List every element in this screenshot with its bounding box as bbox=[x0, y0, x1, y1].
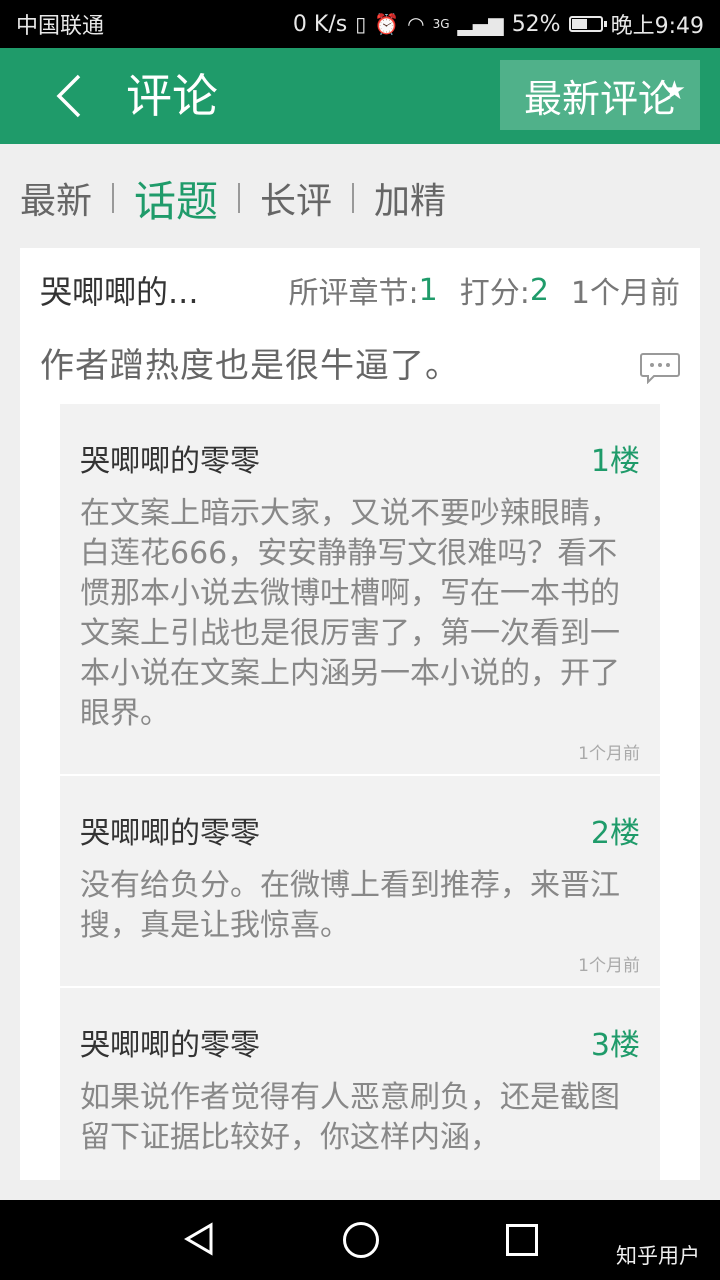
comment-text: 作者蹭热度也是很牛逼了。 bbox=[40, 346, 460, 386]
comment-header: 哭唧唧的... 所评章节: 1 打分: 2 1个月前 bbox=[40, 268, 680, 312]
tab-divider bbox=[238, 183, 241, 213]
chapter-label: 所评章节: bbox=[288, 276, 419, 311]
nav-home-icon[interactable] bbox=[343, 1222, 379, 1258]
reply-time: 1个月前 bbox=[578, 956, 640, 976]
score-value: 2 bbox=[529, 272, 549, 308]
filter-tabs: 最新 话题 长评 加精 bbox=[20, 170, 446, 226]
reply-text: 没有给负分。在微博上看到推荐，来晋江搜，真是让我惊喜。 bbox=[80, 868, 620, 943]
tab-long-review[interactable]: 长评 bbox=[260, 172, 332, 224]
reply-item: 哭唧唧的零零 2楼 没有给负分。在微博上看到推荐，来晋江搜，真是让我惊喜。 1个… bbox=[60, 776, 660, 986]
reply-list: 哭唧唧的零零 1楼 在文案上暗示大家，又说不要吵辣眼睛，白莲花666，安安静静写… bbox=[60, 404, 660, 1180]
reply-header: 哭唧唧的零零 1楼 bbox=[80, 404, 640, 482]
chevron-left-icon bbox=[56, 74, 81, 118]
status-icons: 0 K/s ▯ ⏰ ◠ 3G ▂▄▆ 52% 晚上9:49 bbox=[293, 8, 704, 40]
nav-recents-icon[interactable] bbox=[506, 1224, 538, 1256]
tab-topic[interactable]: 话题 bbox=[134, 168, 218, 229]
reply-text: 如果说作者觉得有人恶意刷负，还是截图留下证据比较好，你这样内涵， bbox=[80, 1080, 620, 1155]
reply-author[interactable]: 哭唧唧的零零 bbox=[80, 1020, 260, 1064]
score-label: 打分: bbox=[459, 276, 530, 311]
nav-back-icon[interactable] bbox=[184, 1222, 214, 1256]
reply-header: 哭唧唧的零零 3楼 bbox=[80, 988, 640, 1066]
vibrate-icon: ▯ bbox=[355, 12, 367, 36]
reply-floor: 2楼 bbox=[590, 816, 640, 851]
comment-time: 1个月前 bbox=[570, 276, 680, 311]
network-type: 3G bbox=[432, 17, 450, 31]
reply-author[interactable]: 哭唧唧的零零 bbox=[80, 436, 260, 480]
tab-featured[interactable]: 加精 bbox=[374, 172, 446, 224]
reply-header: 哭唧唧的零零 2楼 bbox=[80, 776, 640, 854]
watermark-text: 知乎用户 bbox=[616, 1244, 700, 1268]
reply-item: 哭唧唧的零零 1楼 在文案上暗示大家，又说不要吵辣眼睛，白莲花666，安安静静写… bbox=[60, 404, 660, 774]
alarm-icon: ⏰ bbox=[374, 12, 400, 36]
comment-author[interactable]: 哭唧唧的... bbox=[40, 267, 199, 313]
star-icon: ★ bbox=[662, 76, 686, 106]
carrier-name: 中国联通 bbox=[16, 14, 105, 39]
reply-floor: 1楼 bbox=[590, 444, 640, 479]
network-speed: 0 K/s bbox=[292, 11, 348, 37]
signal-icon: ▂▄▆ bbox=[457, 12, 504, 36]
latest-comments-button[interactable]: 最新评论 ★ bbox=[500, 60, 700, 130]
wifi-icon: ◠ bbox=[407, 12, 425, 36]
latest-comments-label: 最新评论 bbox=[523, 76, 676, 121]
app-header: 评论 最新评论 ★ bbox=[0, 48, 720, 144]
reply-time bbox=[80, 1158, 640, 1180]
reply-text: 在文案上暗示大家，又说不要吵辣眼睛，白莲花666，安安静静写文很难吗？看不惯那本… bbox=[80, 496, 620, 731]
battery-icon bbox=[568, 16, 607, 32]
comment-bubble-icon[interactable] bbox=[640, 352, 680, 384]
tab-divider bbox=[112, 183, 115, 213]
reply-floor: 3楼 bbox=[590, 1028, 640, 1063]
reply-item: 哭唧唧的零零 3楼 如果说作者觉得有人恶意刷负，还是截图留下证据比较好，你这样内… bbox=[60, 988, 660, 1180]
reply-time: 1个月前 bbox=[578, 744, 640, 764]
tab-latest[interactable]: 最新 bbox=[20, 172, 92, 224]
comment-meta: 所评章节: 1 打分: 2 1个月前 bbox=[289, 268, 681, 312]
tab-divider bbox=[352, 183, 355, 213]
chapter-value: 1 bbox=[418, 272, 438, 308]
battery-percent: 52% bbox=[511, 11, 561, 37]
back-button[interactable] bbox=[40, 68, 96, 124]
system-nav-bar: 知乎用户 bbox=[0, 1200, 720, 1280]
reply-author[interactable]: 哭唧唧的零零 bbox=[80, 808, 260, 852]
comment-card: 哭唧唧的... 所评章节: 1 打分: 2 1个月前 作者蹭热度也是很牛逼了。 … bbox=[20, 248, 700, 1180]
status-bar: 中国联通 0 K/s ▯ ⏰ ◠ 3G ▂▄▆ 52% 晚上9:49 bbox=[0, 0, 720, 48]
clock: 晚上9:49 bbox=[610, 14, 704, 39]
page-title: 评论 bbox=[126, 69, 218, 123]
